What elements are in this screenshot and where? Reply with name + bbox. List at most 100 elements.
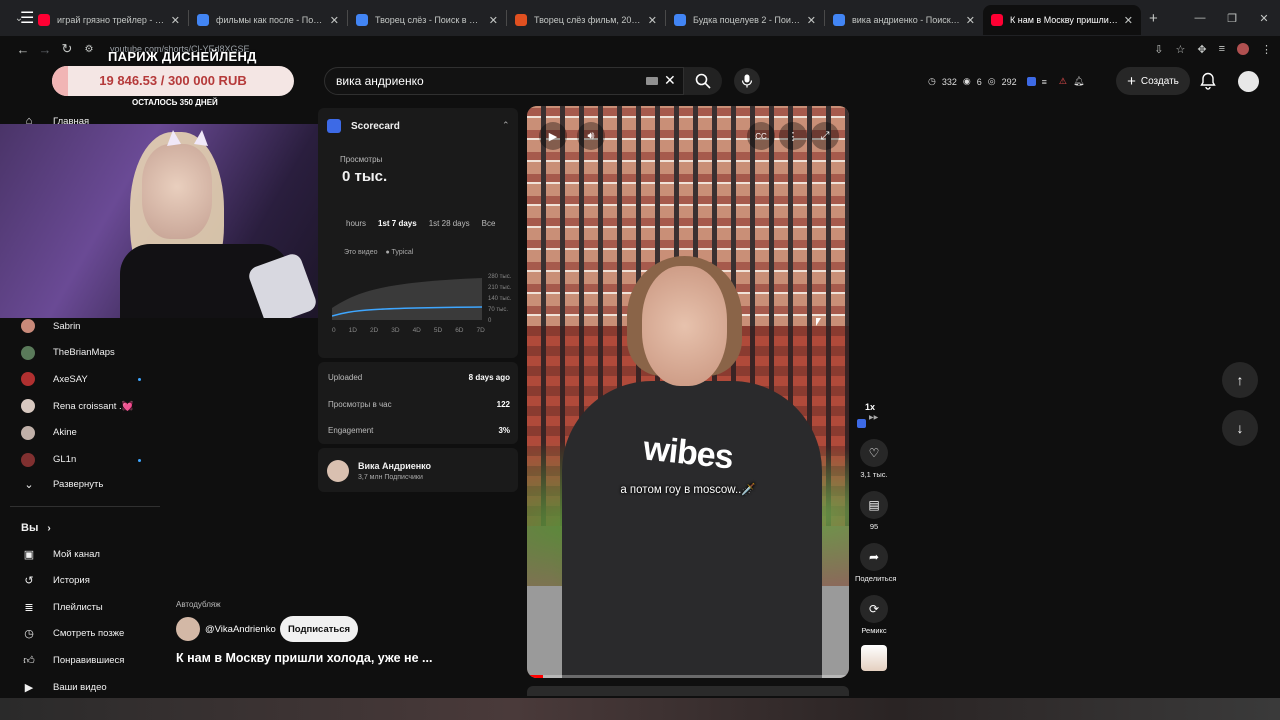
small-bell-icon[interactable]: 🔔︎: [1073, 76, 1084, 87]
subscribe-button[interactable]: Подписаться: [280, 616, 358, 642]
search-input[interactable]: вика андриенко: [324, 67, 684, 95]
browser-tab[interactable]: Будка поцелуев 2 - Поиск в Google ✕: [666, 5, 824, 35]
create-button[interactable]: + Создать: [1116, 67, 1190, 95]
previous-short-button[interactable]: ↑: [1222, 362, 1258, 398]
video-progress-bar[interactable]: [527, 675, 849, 678]
browser-tab[interactable]: фильмы как после - Поиск в Google ✕: [189, 5, 347, 35]
browser-tab[interactable]: Творец слёз - Поиск в Google ✕: [348, 5, 506, 35]
chevron-down-icon: ⌄: [24, 478, 34, 491]
browser-tab[interactable]: играй грязно трейлер - YouTube ✕: [30, 5, 188, 35]
browser-tab[interactable]: вика андриенко - Поиск в Google ✕: [825, 5, 983, 35]
like-action[interactable]: ♡ 3,1 тыс.: [855, 439, 893, 479]
extensions-icon[interactable]: ✥: [1197, 43, 1206, 56]
sidebar-subscription[interactable]: TheBrianMaps: [21, 341, 115, 365]
uploaded-label: Uploaded: [328, 373, 363, 382]
close-window-icon[interactable]: ✕: [1248, 12, 1280, 25]
sidebar-you-item[interactable]: 👍︎ Понравившиеся: [21, 648, 124, 672]
browser-tab[interactable]: Творец слёз фильм, 2024, дата ✕: [507, 5, 665, 35]
tab-close-icon[interactable]: ✕: [489, 14, 498, 27]
reload-icon[interactable]: ↻: [56, 41, 78, 57]
list-icon[interactable]: ≡: [1042, 77, 1047, 87]
tab-close-icon[interactable]: ✕: [171, 14, 180, 27]
subscription-name: GL1n: [53, 454, 77, 465]
sidebar-subscription[interactable]: GL1n: [21, 448, 76, 472]
search-button[interactable]: [684, 67, 722, 95]
bookmark-star-icon[interactable]: ☆: [1175, 43, 1185, 56]
media-icon[interactable]: ≡: [1219, 43, 1225, 55]
more-icon[interactable]: ⋮: [779, 122, 807, 150]
extension-logo-icon[interactable]: [1026, 77, 1036, 86]
site-info-icon[interactable]: ⚙: [78, 44, 100, 55]
sidebar-subscription[interactable]: AxeSAY: [21, 367, 88, 391]
tab-favicon-icon: [356, 14, 368, 26]
y-tick: 210 тыс.: [488, 285, 512, 291]
tab-close-icon[interactable]: ✕: [648, 14, 657, 27]
extension-badge-icon[interactable]: [857, 419, 866, 428]
scorecard-tab-28days[interactable]: 1st 28 days: [429, 219, 470, 228]
channel-card[interactable]: Вика Андриенко 3,7 млн Подписчики: [318, 448, 518, 492]
scorecard-tab-hours[interactable]: hours: [346, 219, 366, 228]
short-video-player[interactable]: wibes ▶ 🔊︎ CC ⋮ ⤢ а потом гоу в moscow..…: [527, 106, 849, 678]
share-icon[interactable]: ➦: [860, 543, 888, 571]
owner-avatar[interactable]: [176, 617, 200, 641]
sidebar-expand[interactable]: ⌄ Развернуть: [21, 472, 103, 496]
share-action[interactable]: ➦ Поделиться: [855, 543, 896, 583]
sidebar-you-item[interactable]: ▣ Мой канал: [21, 542, 100, 566]
owner-handle[interactable]: @VikaAndrienko: [205, 624, 276, 635]
channel-avatar: [21, 452, 35, 467]
notifications-bell-icon[interactable]: [1200, 72, 1216, 95]
forward-icon[interactable]: →: [34, 42, 56, 57]
clear-search-icon[interactable]: ✕: [664, 72, 676, 89]
next-short-preview[interactable]: [527, 686, 849, 696]
tab-close-icon[interactable]: ✕: [966, 14, 975, 27]
history-icon: ↺: [24, 575, 34, 588]
back-icon[interactable]: ←: [12, 42, 34, 57]
tab-favicon-icon: [38, 14, 50, 26]
tab-close-icon[interactable]: ✕: [1124, 14, 1133, 27]
remix-action[interactable]: ⟳ Ремикс: [855, 595, 893, 635]
sidebar-subscription[interactable]: Rena croissant .💓: [21, 394, 133, 418]
account-avatar[interactable]: [1238, 71, 1259, 92]
captions-icon[interactable]: CC: [747, 122, 775, 150]
playlists-icon: ≣: [24, 601, 34, 614]
next-short-button[interactable]: ↓: [1222, 410, 1258, 446]
maximize-icon[interactable]: ❐: [1216, 12, 1248, 25]
sound-thumbnail[interactable]: [861, 645, 887, 671]
remix-icon[interactable]: ⟳: [860, 595, 888, 623]
heart-icon[interactable]: ♡: [860, 439, 888, 467]
speed-fast-forward-icon[interactable]: ▶▶: [869, 414, 878, 421]
collapse-chevron-icon[interactable]: ⌃: [502, 120, 510, 131]
sidebar-you-item[interactable]: ↺ История: [21, 569, 89, 593]
webcam-face: [142, 144, 212, 239]
sidebar-subscription[interactable]: Akine: [21, 421, 77, 445]
menu-icon[interactable]: ☰: [20, 10, 38, 28]
alert-icon[interactable]: ⚠: [1059, 76, 1067, 87]
x-tick: 2D: [369, 327, 379, 334]
x-tick: 7D: [476, 327, 485, 334]
scorecard-tab-7days[interactable]: 1st 7 days: [378, 219, 417, 228]
comment-action[interactable]: ▤ 95: [855, 491, 893, 531]
browser-tab[interactable]: К нам в Москву пришли холода ✕: [983, 5, 1141, 35]
short-title[interactable]: К нам в Москву пришли холода, уже не ...: [176, 651, 432, 665]
browser-menu-icon[interactable]: ⋮: [1261, 43, 1272, 56]
tab-close-icon[interactable]: ✕: [807, 14, 816, 27]
sidebar-you-header[interactable]: Вы ›: [21, 516, 51, 540]
voice-search-button[interactable]: [734, 68, 760, 94]
you-item-label: Понравившиеся: [53, 654, 125, 666]
sidebar-you-item[interactable]: ◷ Смотреть позже: [21, 622, 124, 646]
comment-icon[interactable]: ▤: [860, 491, 888, 519]
tab-close-icon[interactable]: ✕: [330, 14, 339, 27]
sidebar-you-item[interactable]: ▶ Ваши видео: [21, 675, 107, 699]
new-tab-button[interactable]: +: [1149, 10, 1158, 27]
keyboard-icon[interactable]: [646, 77, 658, 85]
scorecard-tab-all[interactable]: Все: [482, 219, 496, 228]
install-icon[interactable]: ⇩: [1154, 43, 1163, 56]
fullscreen-icon[interactable]: ⤢: [811, 122, 839, 150]
tab-title: вика андриенко - Поиск в Google: [852, 15, 960, 25]
minimize-icon[interactable]: —: [1184, 12, 1216, 24]
playback-speed[interactable]: 1x: [865, 402, 875, 412]
play-icon[interactable]: ▶: [539, 122, 567, 150]
volume-icon[interactable]: 🔊︎: [577, 122, 605, 150]
profile-avatar[interactable]: [1237, 43, 1249, 55]
sidebar-you-item[interactable]: ≣ Плейлисты: [21, 595, 102, 619]
